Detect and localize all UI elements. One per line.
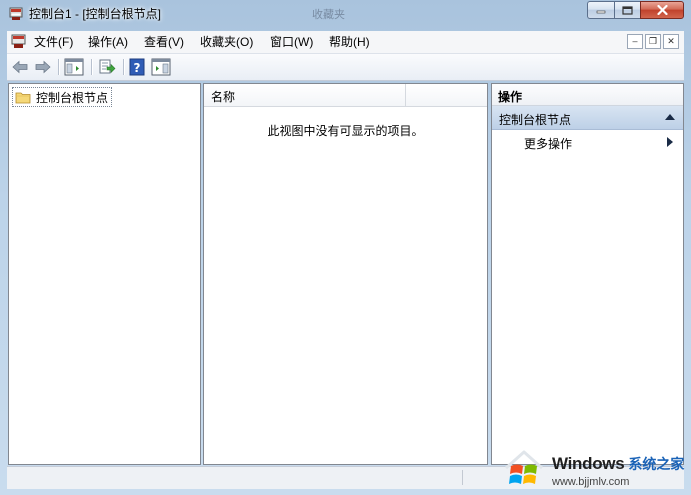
console-app-icon [9,7,23,20]
menu-favorites[interactable]: 收藏夹(O) [200,34,253,50]
toolbar-separator [123,59,125,75]
list-column-header: 名称 [204,84,487,107]
show-hide-tree-icon [64,58,84,76]
status-bar-divider [462,470,463,485]
actions-pane: 操作 控制台根节点 更多操作 [491,83,684,465]
minimize-icon [596,10,606,14]
close-icon [656,5,668,15]
more-actions-item[interactable]: 更多操作 [492,132,683,152]
minimize-button[interactable] [587,1,614,19]
back-arrow-icon [12,60,28,74]
tree-root-node[interactable]: 控制台根节点 [12,87,113,107]
more-actions-label: 更多操作 [524,137,573,151]
help-button[interactable]: ? [128,57,146,77]
export-list-icon [99,59,116,74]
menu-help[interactable]: 帮助(H) [329,34,370,50]
child-restore-button[interactable]: ❐ [645,34,661,49]
export-list-button[interactable] [97,57,117,77]
close-button[interactable] [640,1,684,19]
mdi-child-buttons: – ❐ ✕ [627,34,679,49]
toolbar: ? [7,54,684,81]
empty-list-message: 此视图中没有可显示的项目。 [267,124,424,138]
menu-view[interactable]: 查看(V) [144,34,184,50]
column-header-name-label: 名称 [211,90,236,104]
actions-section-label: 控制台根节点 [499,113,572,127]
actions-pane-header: 操作 [492,84,683,106]
toolbar-separator [58,59,60,75]
folder-icon [15,92,31,104]
mmc-window: 控制台1 - [控制台根节点] 收藏夹 文件(F) 操作(A) 查看(V) 收藏… [0,0,691,495]
menu-file[interactable]: 文件(F) [34,34,73,50]
child-restore-icon: ❐ [648,36,658,46]
forward-button[interactable] [34,57,52,77]
windows-logo-icon [505,450,543,484]
actions-pane-title: 操作 [498,90,523,104]
show-hide-action-pane-button[interactable] [150,57,172,77]
watermark-brand: Windows [552,454,625,473]
menu-action[interactable]: 操作(A) [88,34,128,50]
tree-root-label: 控制台根节点 [36,90,109,105]
back-button[interactable] [11,57,29,77]
maximize-button[interactable] [614,1,640,19]
background-window-ghost-text: 收藏夹 [312,9,345,21]
result-list-pane[interactable]: 名称 此视图中没有可显示的项目。 [203,83,488,465]
menu-bar: 文件(F) 操作(A) 查看(V) 收藏夹(O) 窗口(W) 帮助(H) – ❐… [7,31,684,54]
toolbar-separator [91,59,93,75]
column-header-name[interactable]: 名称 [204,84,406,106]
actions-section-header[interactable]: 控制台根节点 [492,106,683,130]
child-minimize-button[interactable]: – [627,34,643,49]
show-hide-tree-button[interactable] [63,57,85,77]
show-hide-action-pane-icon [151,58,171,76]
console-menu-icon[interactable] [11,34,26,49]
child-close-icon: ✕ [667,36,675,46]
svg-text:?: ? [134,61,141,75]
submenu-arrow-icon [667,137,673,147]
window-title: 控制台1 - [控制台根节点] [29,7,162,21]
caption-buttons [587,1,684,20]
collapse-arrow-icon[interactable] [665,114,675,120]
watermark-cn-text: 系统之家 [628,456,685,472]
console-tree-pane[interactable]: 控制台根节点 [8,83,201,465]
menu-window[interactable]: 窗口(W) [270,34,313,50]
title-bar[interactable]: 控制台1 - [控制台根节点] 收藏夹 [0,0,691,28]
help-icon: ? [129,58,145,76]
watermark: Windows 系统之家 www.bjjmlv.com [502,446,691,490]
child-close-button[interactable]: ✕ [663,34,679,49]
watermark-url: www.bjjmlv.com [552,476,630,488]
child-minimize-icon: – [632,36,638,46]
forward-arrow-icon [35,60,51,74]
maximize-icon [622,5,633,15]
